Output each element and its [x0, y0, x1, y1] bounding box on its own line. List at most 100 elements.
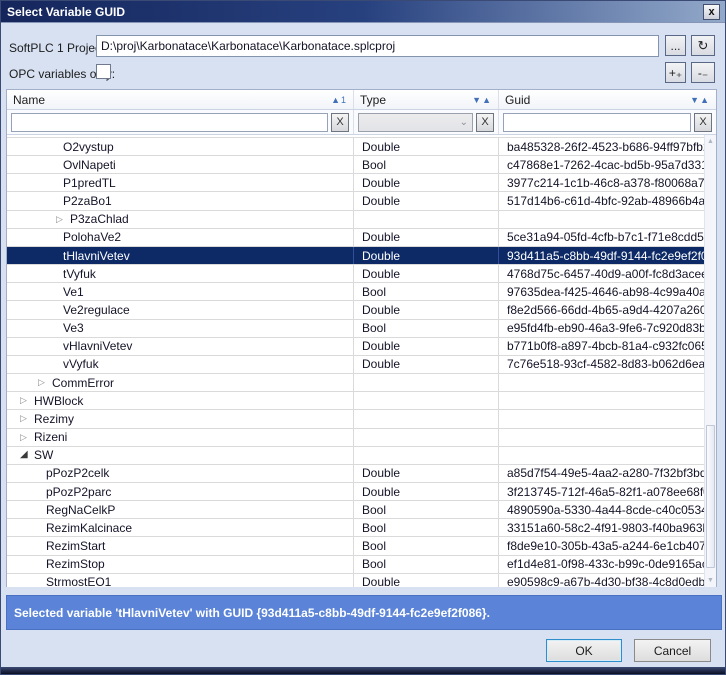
status-bar: Selected variable 'tHlavniVetev' with GU… — [6, 595, 722, 630]
table-row[interactable]: Ve1Bool97635dea-f425-4646-ab98-4c99a40af… — [7, 283, 704, 301]
table-row[interactable]: Ve2regulaceDoublef8e2d566-66dd-4b65-a9d4… — [7, 301, 704, 319]
collapsed-expander-icon[interactable]: ▷ — [20, 433, 34, 442]
cell-name: RezimStop — [7, 556, 354, 573]
table-row[interactable]: RezimStart Boolf8de9e10-305b-43a5-a244-6e… — [7, 537, 704, 555]
table-row[interactable]: Ve3Boole95fd4fb-eb90-46a3-9fe6-7c920d83b… — [7, 320, 704, 338]
cell-type — [354, 374, 499, 391]
chevron-down-icon: ⌄ — [460, 117, 468, 128]
table-row[interactable]: StrmostEO1Doublee90598c9-a67b-4d30-bf38-… — [7, 574, 704, 587]
cell-name: RegNaCelkP — [7, 501, 354, 518]
collapsed-expander-icon[interactable]: ▷ — [38, 378, 52, 387]
cell-name: OvlNapeti — [7, 156, 354, 173]
table-row[interactable]: O2vystupDoubleba485328-26f2-4523-b686-94… — [7, 138, 704, 156]
table-row[interactable]: ▷P3zaChlad — [7, 211, 704, 229]
variable-name: P2zaBo1 — [63, 194, 112, 208]
vertical-scrollbar[interactable]: ▲ ▼ — [704, 135, 716, 587]
clear-type-filter-button[interactable]: X — [476, 113, 494, 132]
table-row[interactable]: pPozP2celkDoublea85d7f54-49e5-4aa2-a280-… — [7, 465, 704, 483]
project-file-input[interactable] — [96, 35, 659, 57]
table-row[interactable]: P1predTLDouble3977c214-1c1b-46c8-a378-f8… — [7, 174, 704, 192]
filter-cell-guid: X — [499, 110, 716, 134]
cell-guid: a85d7f54-49e5-4aa2-a280-7f32bf3bd4ed — [499, 465, 704, 482]
cell-type — [354, 447, 499, 464]
cell-type — [354, 429, 499, 446]
cell-name: ▷Rizeni — [7, 429, 354, 446]
scroll-up-icon[interactable]: ▲ — [705, 135, 716, 148]
table-row[interactable]: RezimKalcinaceBool33151a60-58c2-4f91-980… — [7, 519, 704, 537]
scroll-down-icon[interactable]: ▼ — [705, 574, 716, 587]
sort-both-icon[interactable]: ▼▲ — [472, 95, 492, 105]
refresh-icon[interactable]: ↻ — [691, 35, 715, 56]
variable-name: RegNaCelkP — [46, 503, 115, 517]
column-header-name[interactable]: Name ▲1 — [7, 90, 354, 109]
table-row[interactable]: P2zaBo1Double517d14b6-c61d-4bfc-92ab-489… — [7, 192, 704, 210]
cell-type: Double — [354, 356, 499, 373]
name-filter-input[interactable] — [11, 113, 328, 132]
variable-name: SW — [34, 448, 53, 462]
column-label: Name — [13, 93, 45, 107]
cell-name: StrmostEO1 — [7, 574, 354, 587]
cell-name: Ve3 — [7, 320, 354, 337]
cell-guid: f8e2d566-66dd-4b65-a9d4-4207a2609ae4 — [499, 301, 704, 318]
variable-name: RezimStart — [46, 539, 105, 553]
cell-guid — [499, 429, 704, 446]
cell-name: O2vystup — [7, 138, 354, 155]
grid-rows: O2vystupDoubleba485328-26f2-4523-b686-94… — [7, 135, 704, 587]
filter-cell-name: X — [7, 110, 354, 134]
column-header-type[interactable]: Type ▼▲ — [354, 90, 499, 109]
column-header-guid[interactable]: Guid ▼▲ — [499, 90, 716, 109]
table-row[interactable]: tVyfukDouble4768d75c-6457-40d9-a00f-fc8d… — [7, 265, 704, 283]
variable-name: StrmostEO1 — [46, 575, 111, 587]
opc-only-checkbox[interactable] — [96, 64, 111, 79]
table-row[interactable]: vVyfukDouble7c76e518-93cf-4582-8d83-b062… — [7, 356, 704, 374]
variables-grid: Name ▲1 Type ▼▲ Guid ▼▲ X ⌄ X — [6, 89, 717, 587]
type-filter-dropdown[interactable]: ⌄ — [358, 113, 473, 132]
close-icon[interactable]: x — [703, 4, 720, 20]
clear-name-filter-button[interactable]: X — [331, 113, 349, 132]
cell-guid: f8de9e10-305b-43a5-a244-6e1cb407016b — [499, 537, 704, 554]
cell-type: Double — [354, 574, 499, 587]
sort-both-icon[interactable]: ▼▲ — [690, 95, 710, 105]
collapsed-expander-icon[interactable]: ▷ — [56, 215, 70, 224]
variable-name: HWBlock — [34, 394, 83, 408]
scrollbar-thumb[interactable] — [706, 425, 715, 568]
table-row[interactable]: RezimStopBoolef1d4e81-0f98-433c-b99c-0de… — [7, 556, 704, 574]
sort-asc-icon[interactable]: ▲1 — [331, 95, 347, 105]
grid-filter-row: X ⌄ X X — [7, 110, 716, 135]
cell-guid — [499, 392, 704, 409]
collapse-all-button[interactable]: -₋ — [691, 62, 715, 83]
variable-name: PolohaVe2 — [63, 230, 121, 244]
table-row[interactable]: ▷HWBlock — [7, 392, 704, 410]
table-row[interactable]: pPozP2parcDouble3f213745-712f-46a5-82f1-… — [7, 483, 704, 501]
cell-type: Double — [354, 301, 499, 318]
table-row[interactable]: tHlavniVetevDouble93d411a5-c8bb-49df-914… — [7, 247, 704, 265]
expand-all-button[interactable]: +₊ — [665, 62, 686, 83]
table-row[interactable]: ▷Rezimy — [7, 410, 704, 428]
cell-guid — [499, 211, 704, 228]
table-row[interactable]: ◢SW — [7, 447, 704, 465]
cell-type — [354, 392, 499, 409]
cell-guid: 97635dea-f425-4646-ab98-4c99a40af87f — [499, 283, 704, 300]
title-bar[interactable]: Select Variable GUID — [1, 1, 725, 23]
cell-guid: 93d411a5-c8bb-49df-9144-fc2e9ef2f086 — [499, 247, 704, 264]
table-row[interactable]: ▷Rizeni — [7, 429, 704, 447]
browse-button[interactable]: ... — [665, 35, 686, 56]
table-row[interactable]: RegNaCelkPBool4890590a-5330-4a44-8cde-c4… — [7, 501, 704, 519]
cell-name: ▷CommError — [7, 374, 354, 391]
guid-filter-input[interactable] — [503, 113, 691, 132]
cancel-button[interactable]: Cancel — [634, 639, 711, 662]
cell-type: Bool — [354, 156, 499, 173]
cell-guid: 517d14b6-c61d-4bfc-92ab-48966b4a61ca — [499, 192, 704, 209]
cell-name: ◢SW — [7, 447, 354, 464]
cell-type: Bool — [354, 537, 499, 554]
expanded-expander-icon[interactable]: ◢ — [20, 450, 34, 460]
collapsed-expander-icon[interactable]: ▷ — [20, 414, 34, 423]
collapsed-expander-icon[interactable]: ▷ — [20, 396, 34, 405]
table-row[interactable]: PolohaVe2Double5ce31a94-05fd-4cfb-b7c1-f… — [7, 229, 704, 247]
ok-button[interactable]: OK — [546, 639, 622, 662]
table-row[interactable]: vHlavniVetevDoubleb771b0f8-a897-4bcb-81a… — [7, 338, 704, 356]
clear-guid-filter-button[interactable]: X — [694, 113, 712, 132]
table-row[interactable]: OvlNapetiBoolc47868e1-7262-4cac-bd5b-95a… — [7, 156, 704, 174]
cell-name: ▷HWBlock — [7, 392, 354, 409]
table-row[interactable]: ▷CommError — [7, 374, 704, 392]
